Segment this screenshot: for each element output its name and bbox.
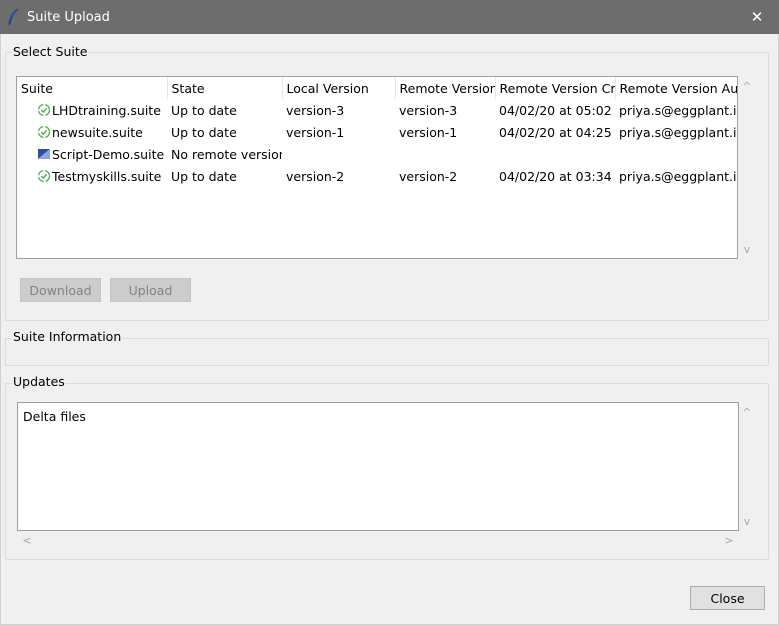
remote-created-cell xyxy=(495,143,615,165)
remote-version-cell: version-2 xyxy=(399,168,458,184)
feather-icon xyxy=(4,7,24,27)
local-version-cell: version-3 xyxy=(286,102,345,118)
column-header-state[interactable]: State xyxy=(167,77,283,99)
state-cell: No remote version xyxy=(171,146,282,162)
suite-table: Suite State Local Version Remote Version… xyxy=(17,77,738,187)
script-suite-icon xyxy=(37,147,51,161)
title-bar: Suite Upload ✕ xyxy=(0,0,779,34)
suite-name-cell: Script-Demo.suite xyxy=(17,143,167,165)
updates-scroll-left[interactable]: < xyxy=(20,534,34,548)
remote-version-cell: version-1 xyxy=(399,124,458,140)
table-header-row: Suite State Local Version Remote Version… xyxy=(17,77,737,99)
sync-ok-icon xyxy=(37,103,51,117)
suite-name: Script-Demo.suite xyxy=(52,146,165,162)
close-icon[interactable]: ✕ xyxy=(735,0,779,34)
upload-button[interactable]: Upload xyxy=(110,278,191,302)
table-row[interactable]: Script-Demo.suite No remote version xyxy=(17,143,737,165)
column-header-remote-version[interactable]: Remote Version xyxy=(395,77,496,99)
suite-name-cell: newsuite.suite xyxy=(17,121,167,143)
suite-information-label: Suite Information xyxy=(12,329,123,344)
remote-created-cell: 04/02/20 at 04:25 PI xyxy=(499,124,615,140)
table-row[interactable]: LHDtraining.suite Up to date version-3 v… xyxy=(17,99,738,121)
updates-scroll-up[interactable]: ^ xyxy=(740,406,754,420)
remote-created-cell: 04/02/20 at 05:02 PI xyxy=(499,102,615,118)
state-cell: Up to date xyxy=(171,168,237,184)
suite-name: LHDtraining.suite xyxy=(52,102,161,118)
updates-label: Updates xyxy=(12,374,66,389)
remote-author-cell xyxy=(615,143,737,165)
suite-name: newsuite.suite xyxy=(52,124,143,140)
column-header-remote-version-author[interactable]: Remote Version Aut xyxy=(615,77,737,99)
window-title: Suite Upload xyxy=(27,9,110,25)
download-button[interactable]: Download xyxy=(20,278,101,302)
remote-author-cell: priya.s@eggplant.io xyxy=(619,124,738,140)
local-version-cell xyxy=(282,143,395,165)
suite-list[interactable]: Suite State Local Version Remote Version… xyxy=(16,76,738,259)
remote-author-cell: priya.s@eggplant.io xyxy=(619,102,738,118)
suite-list-scroll-down[interactable]: v xyxy=(740,243,754,257)
select-suite-label: Select Suite xyxy=(12,44,89,59)
suite-name-cell: Testmyskills.suite xyxy=(17,165,167,187)
suite-name-cell: LHDtraining.suite xyxy=(17,99,167,121)
remote-version-cell xyxy=(395,143,495,165)
remote-version-cell: version-3 xyxy=(399,102,458,118)
updates-scroll-right[interactable]: > xyxy=(722,534,736,548)
remote-author-cell: priya.s@eggplant.io xyxy=(619,168,738,184)
column-header-remote-version-created[interactable]: Remote Version Cre xyxy=(495,77,616,99)
sync-ok-icon xyxy=(37,125,51,139)
column-header-local-version[interactable]: Local Version xyxy=(282,77,396,99)
state-cell: Up to date xyxy=(171,124,237,140)
suite-list-scroll-up[interactable]: ^ xyxy=(740,80,754,94)
sync-ok-icon xyxy=(37,169,51,183)
local-version-cell: version-2 xyxy=(286,168,345,184)
updates-scroll-down[interactable]: v xyxy=(740,515,754,529)
table-row[interactable]: newsuite.suite Up to date version-1 vers… xyxy=(17,121,738,143)
table-row[interactable]: Testmyskills.suite Up to date version-2 … xyxy=(17,165,738,187)
column-header-suite[interactable]: Suite xyxy=(17,77,168,99)
remote-created-cell: 04/02/20 at 03:34 PI xyxy=(499,168,615,184)
updates-text-area[interactable]: Delta files xyxy=(17,402,739,531)
close-button[interactable]: Close xyxy=(690,586,765,610)
state-cell: Up to date xyxy=(171,102,237,118)
suite-name: Testmyskills.suite xyxy=(52,168,162,184)
local-version-cell: version-1 xyxy=(286,124,345,140)
